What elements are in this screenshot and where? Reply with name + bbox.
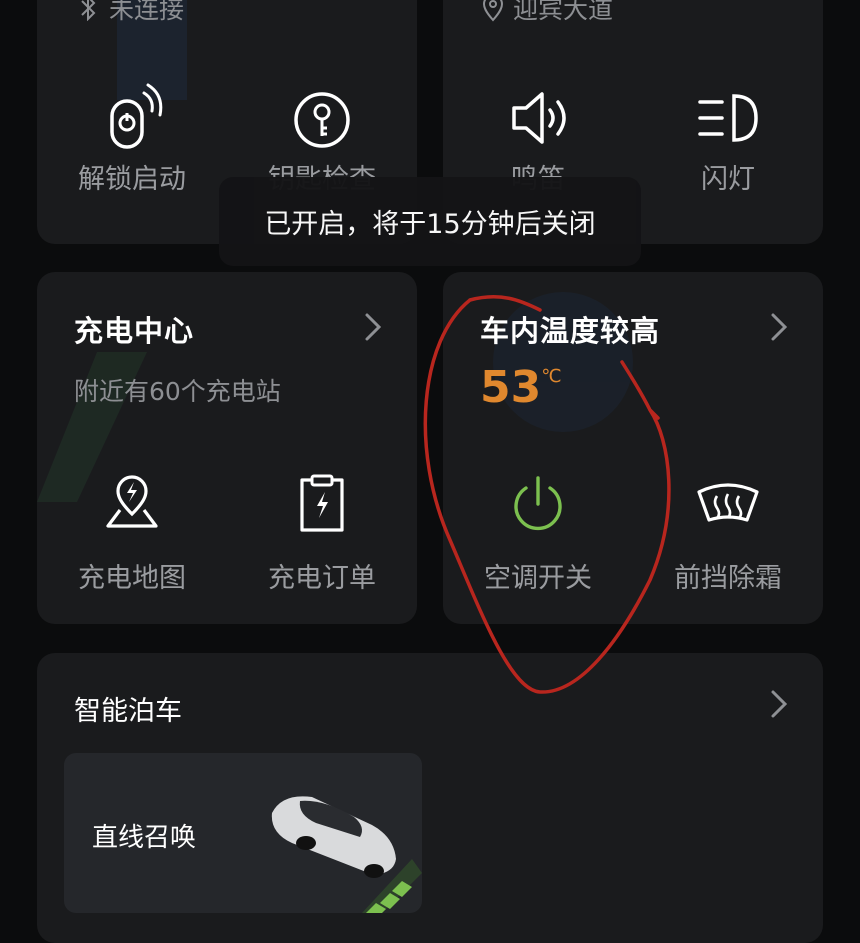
headlight-icon [698,94,758,142]
climate-card[interactable]: 车内温度较高 53℃ 空调开关 前挡除霜 [443,272,823,624]
vehicle-location: 迎宾大道 [513,0,614,24]
straight-summon-label: 直线召唤 [92,823,197,853]
chevron-right-icon[interactable] [363,312,383,342]
flash-lights-label: 闪灯 [701,164,755,195]
charging-center-subtitle: 附近有60个充电站 [74,377,281,406]
location-pin-icon [482,0,504,22]
smart-parking-title: 智能泊车 [74,696,182,727]
temperature-unit: ℃ [541,366,562,387]
ac-power-label: 空调开关 [484,563,592,594]
charging-order-icon [300,474,344,532]
key-icon [294,92,350,148]
unlock-start-label: 解锁启动 [78,164,186,195]
bluetooth-status: 未连接 [109,0,185,24]
chevron-right-icon[interactable] [769,689,789,719]
bluetooth-icon [81,0,96,21]
flash-lights-button[interactable]: 闪灯 [638,80,818,210]
remote-key-icon [110,83,163,149]
toast-message: 已开启，将于15分钟后关闭 [264,209,596,240]
charging-order-label: 充电订单 [268,563,376,594]
charging-center-card[interactable]: 充电中心 附近有60个充电站 充电地图 充电订单 [37,272,417,624]
charging-map-label: 充电地图 [78,563,186,594]
charging-map-button[interactable]: 充电地图 [42,470,222,600]
unlock-start-button[interactable]: 解锁启动 [42,80,222,210]
temperature-value: 53 [480,362,542,413]
chevron-right-icon[interactable] [769,312,789,342]
front-defrost-button[interactable]: 前挡除霜 [638,470,818,600]
car-illustration [271,796,422,913]
defrost-icon [697,483,759,522]
toast-notification: 已开启，将于15分钟后关闭 [219,177,641,266]
charging-order-button[interactable]: 充电订单 [232,470,412,600]
ac-power-button[interactable]: 空调开关 [448,470,628,600]
climate-title: 车内温度较高 [480,314,661,348]
power-icon [514,476,562,531]
charging-map-icon [106,475,158,528]
cabin-temperature: 53℃ [480,362,561,413]
straight-summon-tile[interactable]: 直线召唤 [64,753,422,913]
front-defrost-label: 前挡除霜 [674,563,782,594]
smart-parking-card[interactable]: 智能泊车 直线召唤 [37,653,823,943]
horn-icon [512,92,566,144]
charging-center-title: 充电中心 [74,314,195,348]
